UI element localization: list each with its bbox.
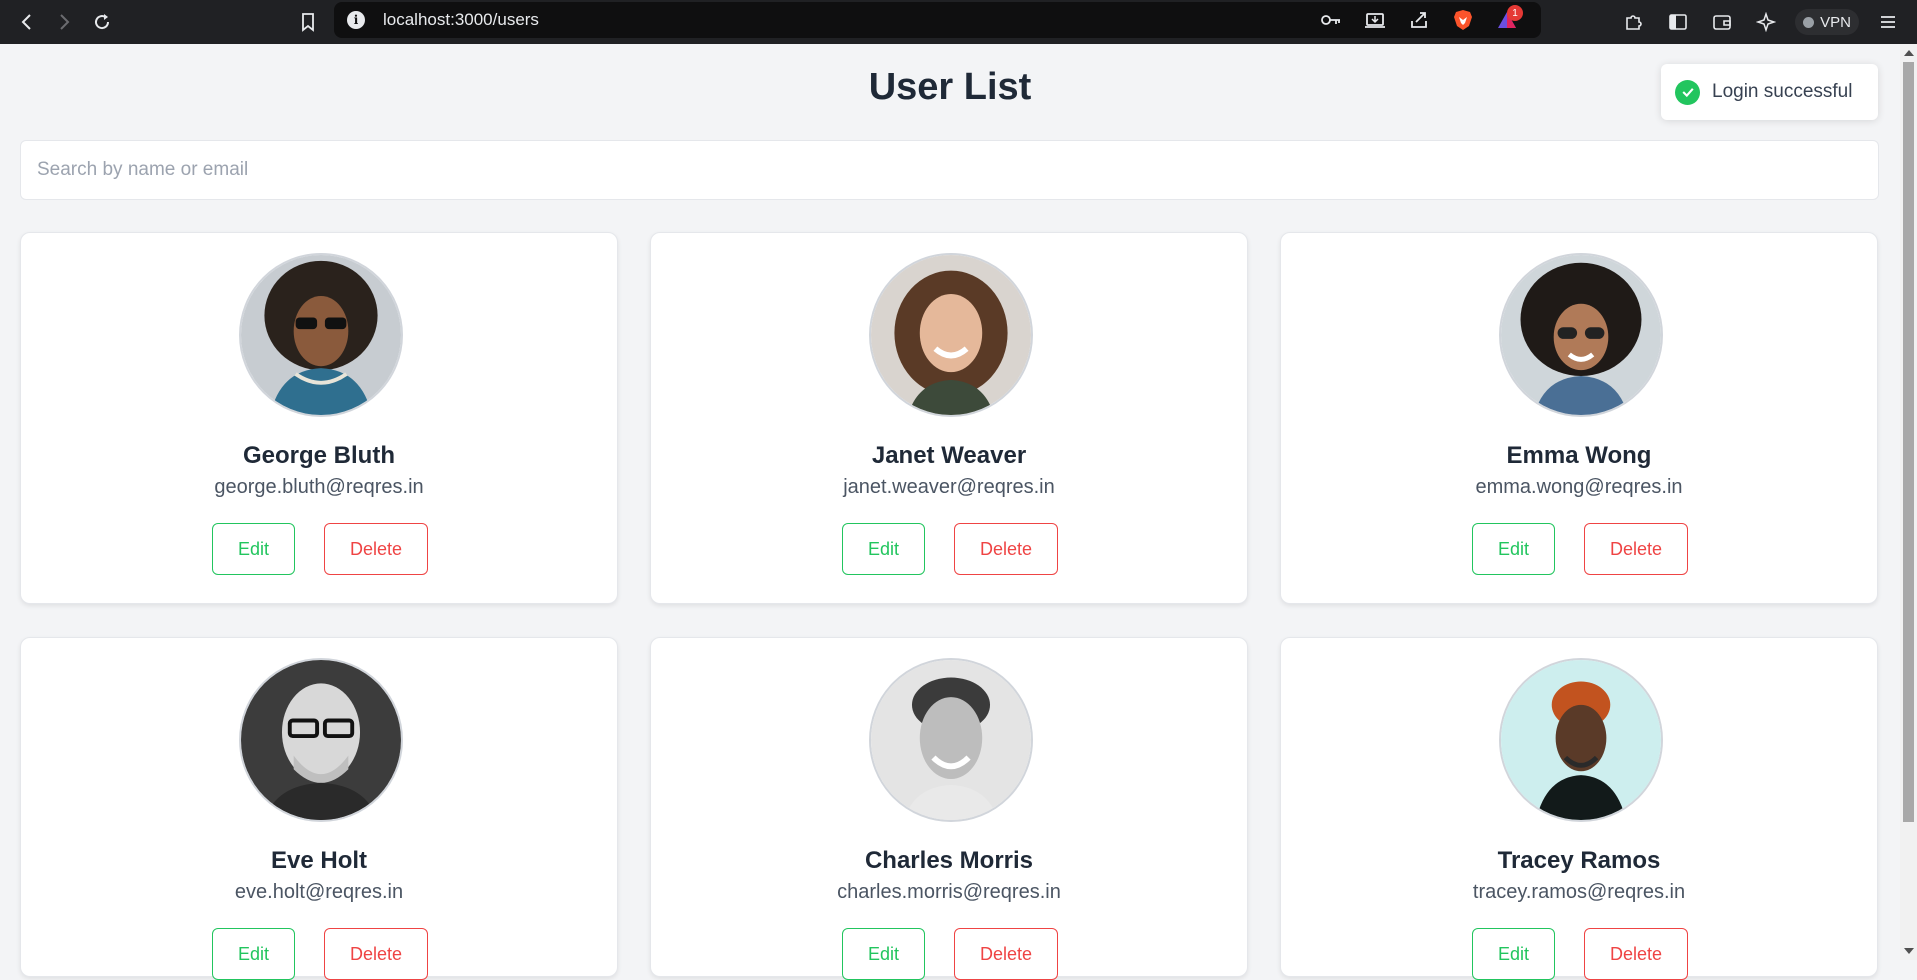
page-scrollbar[interactable] <box>1900 44 1917 960</box>
delete-button[interactable]: Delete <box>1584 928 1688 980</box>
key-icon <box>1321 15 1340 25</box>
user-card: Charles Morris charles.morris@reqres.in … <box>650 637 1248 980</box>
user-card: George Bluth george.bluth@reqres.in Edit… <box>20 232 618 604</box>
leo-ai-button[interactable] <box>1751 7 1781 37</box>
success-check-icon <box>1675 79 1700 105</box>
user-card: Tracey Ramos tracey.ramos@reqres.in Edit… <box>1280 637 1878 980</box>
edit-button[interactable]: Edit <box>1472 523 1555 575</box>
delete-button[interactable]: Delete <box>954 928 1058 980</box>
edit-button[interactable]: Edit <box>212 523 295 575</box>
brave-shields-button[interactable] <box>1447 4 1479 36</box>
user-avatar <box>1499 658 1663 822</box>
sidebar-icon <box>1669 14 1687 30</box>
scroll-up-arrow-icon[interactable] <box>1904 50 1914 56</box>
forward-arrow-icon <box>60 14 70 30</box>
hamburger-menu-icon <box>1881 16 1895 28</box>
site-info-icon[interactable]: i <box>347 11 365 29</box>
address-bar-actions: 1 <box>1315 2 1523 38</box>
user-avatar <box>869 253 1033 417</box>
address-bar[interactable]: i localhost:3000/users 1 <box>334 2 1541 38</box>
menu-button[interactable] <box>1873 7 1903 37</box>
install-app-icon <box>1365 13 1385 28</box>
brave-lion-icon <box>1454 10 1472 30</box>
user-avatar <box>239 658 403 822</box>
reload-icon <box>95 14 110 30</box>
reload-button[interactable] <box>86 6 118 38</box>
delete-button[interactable]: Delete <box>324 928 428 980</box>
toast-message: Login successful <box>1712 81 1853 102</box>
edit-button[interactable]: Edit <box>842 523 925 575</box>
user-avatar <box>1499 253 1663 417</box>
page-title: User List <box>868 66 1032 108</box>
edit-button[interactable]: Edit <box>1472 928 1555 980</box>
address-url[interactable]: localhost:3000/users <box>383 10 539 30</box>
edit-button[interactable]: Edit <box>842 928 925 980</box>
user-avatar <box>239 253 403 417</box>
user-email: emma.wong@reqres.in <box>1475 476 1683 498</box>
user-name: Eve Holt <box>270 847 368 874</box>
bookmark-button[interactable] <box>292 6 324 38</box>
scroll-down-arrow-icon[interactable] <box>1904 948 1914 954</box>
install-app-button[interactable] <box>1359 4 1391 36</box>
user-avatar <box>869 658 1033 822</box>
back-arrow-icon <box>21 14 31 30</box>
password-key-button[interactable] <box>1315 4 1347 36</box>
page-content: User List Login successful George Bluth … <box>0 44 1900 980</box>
bookmark-icon <box>302 13 314 32</box>
wallet-button[interactable] <box>1707 7 1737 37</box>
delete-button[interactable]: Delete <box>954 523 1058 575</box>
extensions-button[interactable] <box>1619 7 1649 37</box>
user-email: janet.weaver@reqres.in <box>843 476 1055 498</box>
wallet-icon <box>1713 15 1731 30</box>
user-name: Tracey Ramos <box>1497 847 1661 874</box>
user-name: Emma Wong <box>1506 442 1652 469</box>
user-card: Eve Holt eve.holt@reqres.in Edit Delete <box>20 637 618 980</box>
search-input[interactable] <box>20 140 1879 200</box>
share-icon <box>1411 12 1427 28</box>
user-name: Janet Weaver <box>871 442 1027 469</box>
user-email: charles.morris@reqres.in <box>837 881 1061 903</box>
user-email: george.bluth@reqres.in <box>214 476 424 498</box>
user-name: George Bluth <box>242 442 395 469</box>
puzzle-icon <box>1626 15 1642 30</box>
vpn-label: VPN <box>1820 13 1851 31</box>
browser-toolbar: i localhost:3000/users 1 VPN <box>0 0 1917 44</box>
forward-button[interactable] <box>48 6 80 38</box>
brave-rewards-button[interactable]: 1 <box>1491 4 1523 36</box>
user-card: Emma Wong emma.wong@reqres.in Edit Delet… <box>1280 232 1878 604</box>
vpn-button[interactable]: VPN <box>1795 9 1859 35</box>
delete-button[interactable]: Delete <box>1584 523 1688 575</box>
edit-button[interactable]: Edit <box>212 928 295 980</box>
notification-badge: 1 <box>1507 5 1523 21</box>
sparkle-icon <box>1756 12 1777 32</box>
sidebar-toggle-button[interactable] <box>1663 7 1693 37</box>
scrollbar-thumb[interactable] <box>1903 62 1914 822</box>
back-button[interactable] <box>11 6 43 38</box>
delete-button[interactable]: Delete <box>324 523 428 575</box>
browser-tools: VPN <box>1619 6 1903 38</box>
user-email: tracey.ramos@reqres.in <box>1472 881 1686 903</box>
share-button[interactable] <box>1403 4 1435 36</box>
user-card: Janet Weaver janet.weaver@reqres.in Edit… <box>650 232 1248 604</box>
user-email: eve.holt@reqres.in <box>234 881 404 903</box>
success-toast[interactable]: Login successful <box>1661 64 1878 120</box>
vpn-status-icon <box>1803 16 1815 28</box>
user-name: Charles Morris <box>864 847 1034 874</box>
